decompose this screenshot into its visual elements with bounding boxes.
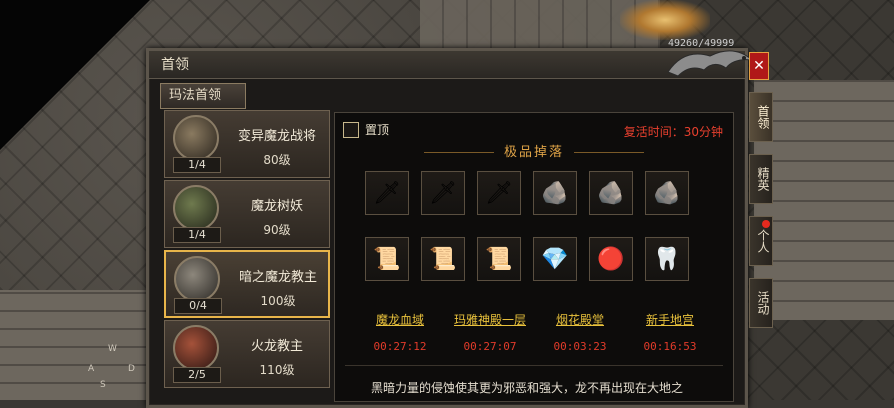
boss-level: 90级: [263, 223, 291, 237]
stone-wall-right: [754, 80, 894, 320]
location-timer: 00:03:23: [553, 340, 607, 353]
key-s: S: [100, 380, 106, 390]
boss-portrait-icon: [173, 185, 219, 231]
boss-portrait-icon: [173, 325, 219, 371]
tab-mafa-bosses[interactable]: 玛法首领: [160, 83, 246, 109]
respawn-time: 复活时间：30分钟: [623, 125, 723, 139]
pin-toggle[interactable]: 置顶: [343, 121, 389, 138]
pin-label: 置顶: [365, 123, 390, 137]
boss-detail-panel: 置顶 复活时间：30分钟 极品掉落 🗡 🗡 🗡 🪨 🪨 🪨 📜 📜 📜 💎 🔴 …: [334, 112, 734, 402]
boss-entry[interactable]: 1/4 魔龙树妖 90级: [164, 180, 330, 248]
boss-level: 110级: [259, 363, 295, 377]
window-title: 首领: [149, 51, 745, 79]
ore-icon[interactable]: 🪨: [589, 171, 633, 215]
side-tab-boss[interactable]: 首领: [749, 92, 773, 142]
sword-icon[interactable]: 🗡: [365, 171, 409, 215]
location-entry: 新手地宫 00:16:53: [625, 311, 715, 353]
boss-name: 变异魔龙战将: [237, 129, 316, 144]
crystal-icon[interactable]: 🦷: [645, 237, 689, 281]
drops-title: 极品掉落: [335, 141, 733, 160]
location-link[interactable]: 新手地宫: [625, 311, 715, 328]
boss-name: 魔龙树妖: [250, 199, 303, 214]
location-entry: 烟花殿堂 00:03:23: [535, 311, 625, 353]
location-entry: 玛雅神殿一层 00:27:07: [445, 311, 535, 353]
sword-icon[interactable]: 🗡: [477, 171, 521, 215]
red-gem-icon[interactable]: 🔴: [589, 237, 633, 281]
boss-name: 暗之魔龙教主: [238, 270, 317, 285]
key-w: W: [108, 344, 117, 354]
location-entry: 魔龙血域 00:27:12: [355, 311, 445, 353]
scroll-icon[interactable]: 📜: [477, 237, 521, 281]
location-link[interactable]: 魔龙血域: [355, 311, 445, 328]
sword-icon[interactable]: 🗡: [421, 171, 465, 215]
boss-entry[interactable]: 2/5 火龙教主 110级: [164, 320, 330, 388]
boss-description: 黑暗力量的侵蚀使其更为邪恶和强大，龙不再出现在大地之: [371, 381, 684, 395]
boss-entry-selected[interactable]: 0/4 暗之魔龙教主 100级: [164, 250, 330, 318]
boss-list: 1/4 变异魔龙战将 80级 1/4 魔龙树妖 90级 0/4 暗之魔龙教主 1…: [160, 110, 332, 400]
map-void-area: [0, 0, 150, 150]
boss-count: 2/5: [173, 367, 221, 383]
pin-checkbox[interactable]: [343, 121, 359, 138]
hp-readout: 49260/49999: [668, 38, 735, 49]
location-timer: 00:27:12: [373, 340, 427, 353]
boss-portrait-icon: [173, 115, 219, 161]
boss-level: 100级: [260, 294, 296, 308]
location-link[interactable]: 烟花殿堂: [535, 311, 625, 328]
boss-entry[interactable]: 1/4 变异魔龙战将 80级: [164, 110, 330, 178]
stone-wall-left: [0, 290, 150, 400]
side-tab-event[interactable]: 活动: [749, 278, 773, 328]
key-d: D: [128, 364, 135, 374]
side-tab-elite[interactable]: 精英: [749, 154, 773, 204]
ore-icon[interactable]: 🪨: [533, 171, 577, 215]
boss-count: 1/4: [173, 157, 221, 173]
location-link[interactable]: 玛雅神殿一层: [445, 311, 535, 328]
boss-portrait-icon: [174, 256, 220, 302]
scroll-icon[interactable]: 📜: [421, 237, 465, 281]
close-button[interactable]: ✕: [749, 52, 769, 80]
boss-level: 80级: [263, 153, 291, 167]
divider: [345, 365, 723, 366]
notification-dot: [762, 220, 770, 228]
scroll-icon[interactable]: 📜: [365, 237, 409, 281]
boss-count: 1/4: [173, 227, 221, 243]
location-timer: 00:27:07: [463, 340, 517, 353]
drops-title-text: 极品掉落: [503, 145, 564, 160]
location-timer: 00:16:53: [643, 340, 697, 353]
purple-gem-icon[interactable]: 💎: [533, 237, 577, 281]
boss-count: 0/4: [174, 298, 222, 314]
fire-effect: [620, 0, 710, 40]
ore-icon[interactable]: 🪨: [645, 171, 689, 215]
key-a: A: [88, 364, 95, 374]
boss-name: 火龙教主: [250, 339, 303, 354]
